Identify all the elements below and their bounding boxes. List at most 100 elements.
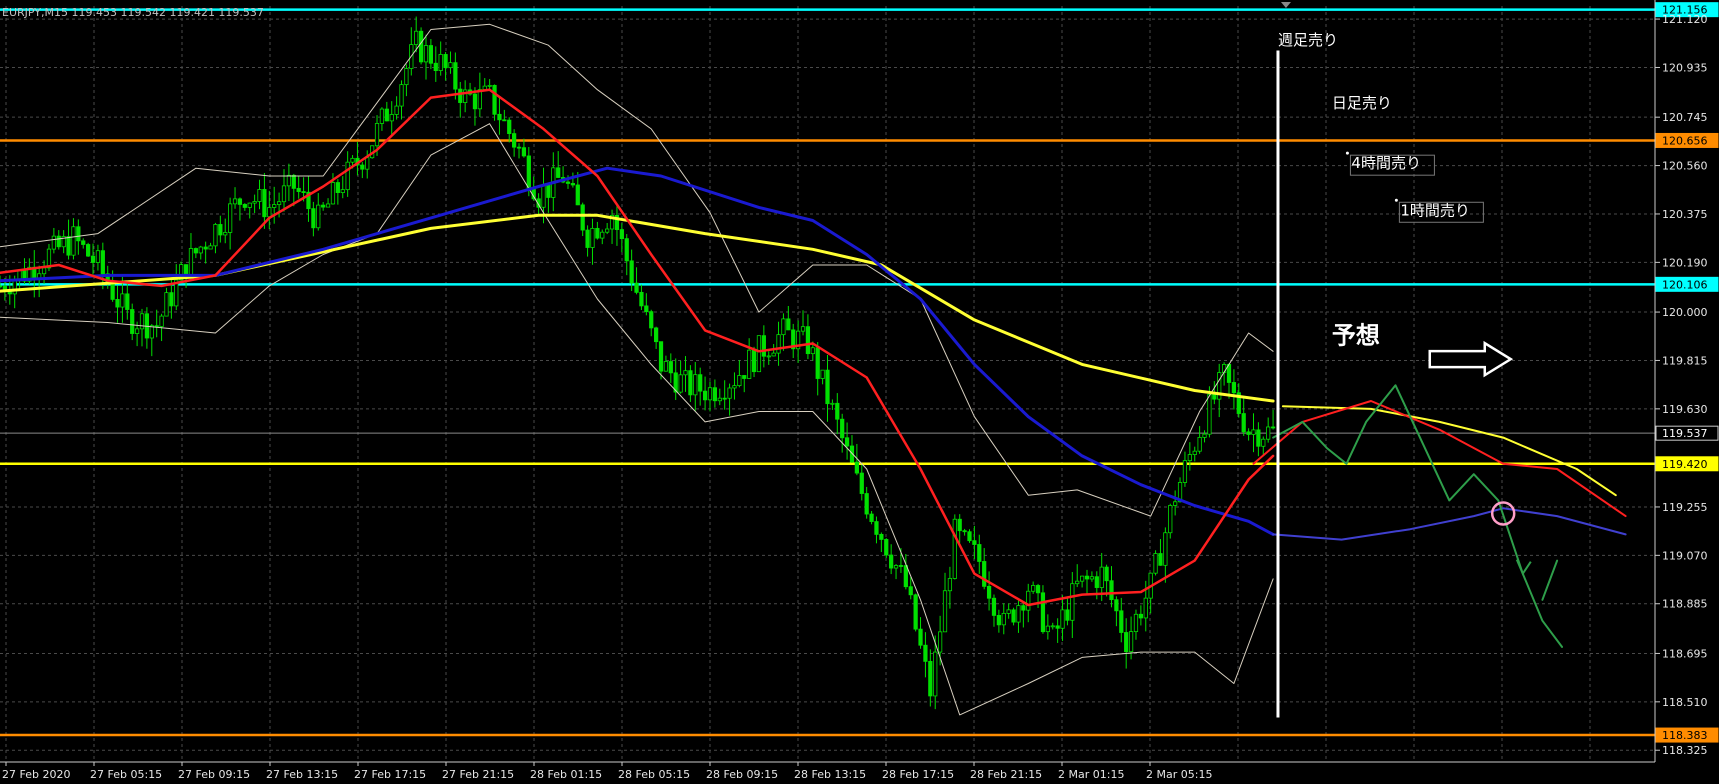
candle-body	[0, 285, 3, 288]
candle-body	[942, 590, 948, 633]
time-tick-label: 28 Feb 13:15	[794, 768, 866, 781]
candle-body	[223, 232, 228, 236]
candle-body	[668, 361, 673, 374]
candle-body	[844, 437, 850, 447]
annotation-anchor	[1394, 198, 1398, 202]
candle-body	[556, 167, 561, 178]
candle-body	[125, 293, 130, 310]
candle-body	[1168, 505, 1173, 534]
time-tick-label: 27 Feb 09:15	[178, 768, 250, 781]
candle-body	[521, 147, 527, 157]
candle-body	[1241, 413, 1246, 433]
candle-body	[1192, 450, 1197, 455]
candle-body	[213, 224, 218, 247]
candle-body	[805, 326, 811, 355]
candle-body	[683, 370, 688, 376]
candle-body	[825, 369, 830, 405]
timeframe-annotation: 4時間売り	[1351, 154, 1421, 172]
candle-body	[281, 185, 287, 203]
candle-body	[747, 349, 752, 379]
candle-body	[492, 84, 497, 115]
candle-body	[316, 204, 321, 229]
candle-body	[693, 374, 698, 396]
candle-body	[678, 374, 683, 393]
timeframe-annotation: 週足売り	[1278, 31, 1338, 49]
candle-body	[565, 181, 571, 184]
price-chart[interactable]: 121.156120.656120.106119.537119.420118.3…	[0, 0, 1719, 784]
candle-body	[272, 204, 277, 208]
candle-body	[820, 369, 825, 379]
price-tick-label: 119.630	[1662, 403, 1708, 416]
candle-body	[1006, 609, 1011, 614]
candle-body	[267, 207, 272, 218]
time-tick-label: 27 Feb 21:15	[442, 768, 514, 781]
candle-body	[605, 228, 610, 233]
candle-body	[247, 202, 252, 208]
candle-body	[477, 89, 482, 110]
candle-body	[433, 62, 438, 71]
candle-body	[1124, 632, 1129, 653]
candle-body	[193, 248, 198, 254]
candle-body	[164, 292, 169, 317]
candle-body	[639, 291, 644, 307]
candle-body	[453, 62, 458, 90]
candle-body	[732, 385, 737, 389]
price-tick-label: 120.745	[1662, 111, 1708, 124]
candle-body	[335, 182, 340, 193]
candle-body	[448, 62, 453, 69]
candle-body	[340, 189, 345, 193]
candle-body	[1114, 599, 1119, 612]
candle-body	[1266, 426, 1271, 440]
candle-body	[874, 521, 879, 535]
candle-body	[781, 318, 786, 336]
timeframe-annotation: 日足売り	[1332, 94, 1392, 112]
price-tick-label: 120.560	[1662, 160, 1708, 173]
candle-body	[1016, 605, 1021, 623]
price-tick-label: 118.325	[1662, 744, 1708, 757]
time-tick-label: 28 Feb 09:15	[706, 768, 778, 781]
candle-body	[977, 544, 982, 562]
candle-body	[438, 54, 443, 71]
candle-body	[957, 518, 962, 532]
candle-body	[938, 631, 943, 653]
price-tick-label: 118.510	[1662, 696, 1708, 709]
price-tag-label: 120.656	[1662, 134, 1708, 147]
time-tick-label: 27 Feb 2020	[2, 768, 70, 781]
candle-body	[742, 375, 747, 379]
time-tick-label: 27 Feb 13:15	[266, 768, 338, 781]
candle-body	[1187, 454, 1192, 462]
candle-body	[384, 108, 389, 122]
candle-body	[864, 493, 869, 515]
candle-body	[458, 88, 463, 103]
candle-body	[389, 114, 394, 122]
candle-body	[986, 585, 992, 599]
candle-body	[1202, 433, 1207, 438]
symbol-header: EURJPY,M15 119.453 119.542 119.421 119.5…	[2, 6, 264, 19]
candle-body	[1212, 393, 1217, 400]
candle-body	[1104, 566, 1109, 582]
candle-body	[526, 155, 531, 189]
candle-body	[727, 387, 732, 399]
candle-body	[903, 565, 908, 588]
candle-body	[654, 327, 659, 343]
candle-body	[928, 660, 933, 697]
candle-body	[399, 84, 404, 107]
candle-body	[81, 240, 86, 245]
candle-body	[546, 184, 551, 198]
candle-body	[585, 229, 590, 248]
candle-body	[345, 161, 350, 191]
candle-body	[1055, 625, 1060, 629]
candle-body	[776, 334, 781, 354]
candle-body	[95, 250, 101, 263]
candle-body	[869, 513, 874, 522]
candle-body	[600, 231, 605, 239]
candle-body	[1001, 612, 1006, 626]
candle-body	[1070, 583, 1075, 621]
candle-body	[1011, 609, 1016, 623]
candle-body	[90, 255, 96, 263]
candle-body	[1182, 460, 1188, 483]
candle-body	[159, 315, 164, 327]
candle-body	[286, 174, 292, 187]
candle-body	[512, 133, 517, 148]
candle-body	[208, 245, 213, 250]
